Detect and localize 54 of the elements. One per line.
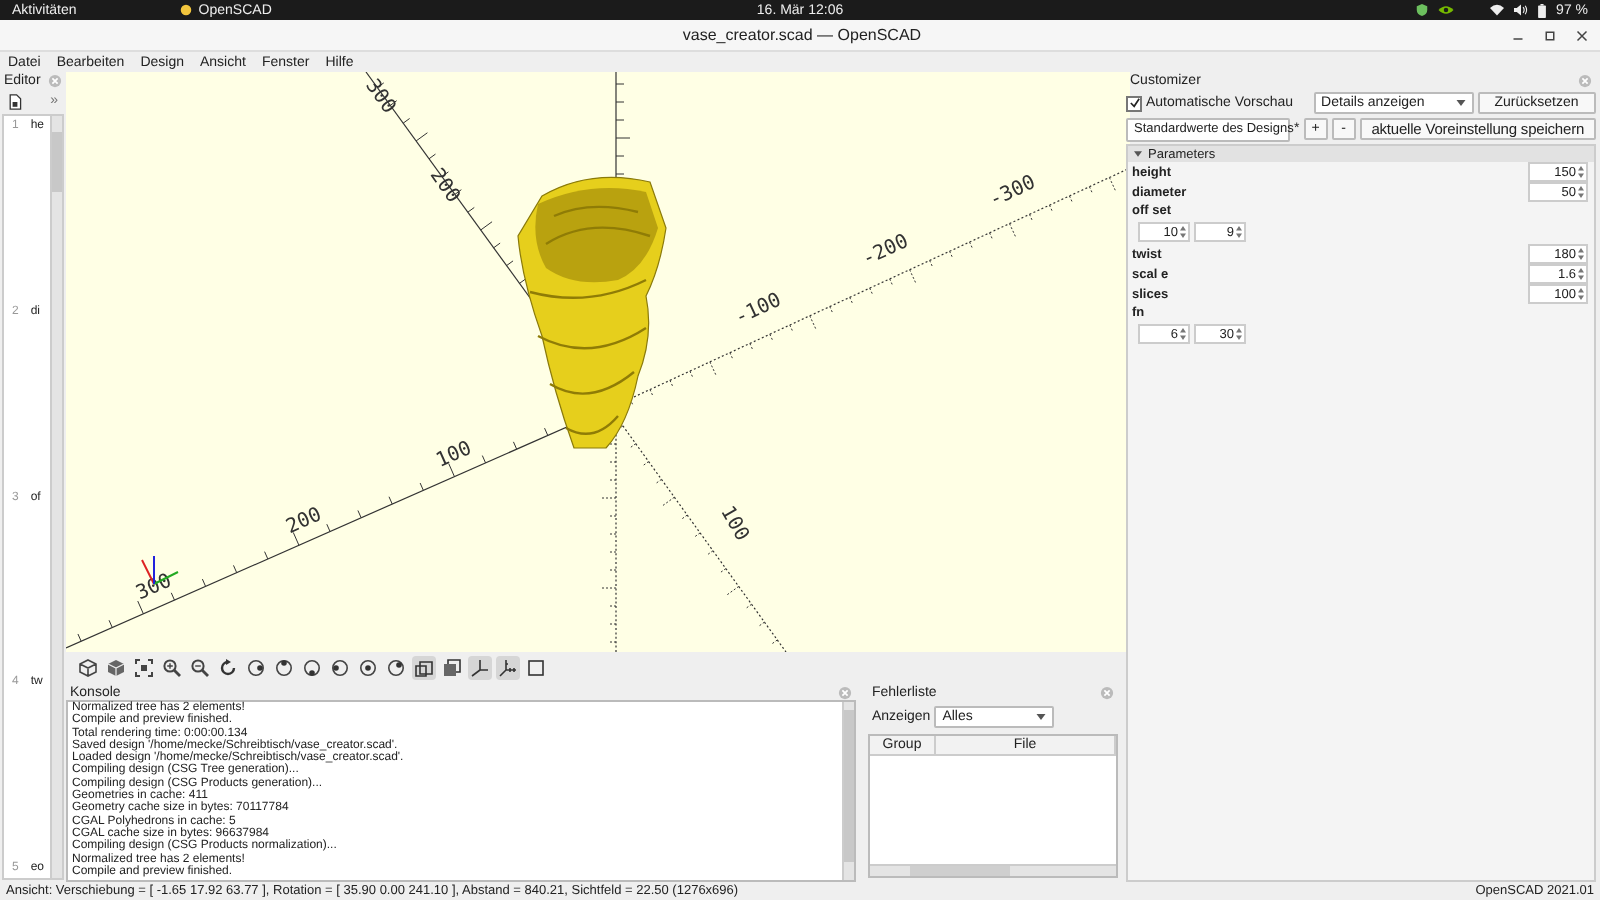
toolbar-button[interactable] (76, 656, 100, 680)
zoom-out-icon (190, 658, 210, 678)
zoom-in-icon (162, 658, 182, 678)
scrollbar[interactable] (842, 702, 854, 880)
app-icon (180, 4, 193, 16)
toolbar-button[interactable] (160, 656, 184, 680)
toolbar-button[interactable] (216, 656, 240, 680)
volume-icon[interactable] (1514, 4, 1529, 16)
toolbar-button[interactable] (440, 656, 464, 680)
toolbar-button[interactable] (188, 656, 212, 680)
axes-icon (470, 658, 490, 678)
axis-label: 200 (283, 504, 326, 539)
maximize-icon[interactable] (1544, 29, 1556, 41)
axis-label: 300 (360, 75, 400, 119)
axis-label: 100 (433, 437, 476, 473)
axis-label: 200 (424, 165, 464, 208)
eye-logo-icon[interactable] (1438, 4, 1455, 16)
spin-arrows-icon[interactable] (1236, 226, 1242, 238)
toolbar-button[interactable] (524, 656, 548, 680)
cube-outline-icon (78, 658, 98, 678)
spin-arrows-icon[interactable] (1578, 186, 1584, 198)
wifi-icon[interactable] (1490, 4, 1505, 16)
circular-arrow-icon (218, 658, 238, 678)
axis-label: -300 (986, 172, 1040, 213)
spin-arrows-icon[interactable] (1578, 288, 1584, 300)
spin-arrows-icon[interactable] (1236, 328, 1242, 340)
axis-label: -200 (859, 230, 913, 272)
scrollbar[interactable] (870, 864, 1116, 876)
spin-arrows-icon[interactable] (1180, 226, 1186, 238)
toolbar-button[interactable] (132, 656, 156, 680)
spin-arrows-icon[interactable] (1578, 166, 1584, 178)
toolbar-button[interactable] (468, 656, 492, 680)
axis-label: 100 (715, 502, 753, 546)
close-icon[interactable] (1576, 29, 1588, 41)
checkbox[interactable] (1126, 95, 1142, 111)
spin-arrows-icon[interactable] (1180, 328, 1186, 340)
toolbar-button[interactable] (104, 656, 128, 680)
square-icon (526, 658, 546, 678)
battery-icon[interactable] (1538, 3, 1547, 17)
shield-icon[interactable] (1416, 4, 1429, 16)
spin-arrows-icon[interactable] (1578, 268, 1584, 280)
window-title: vase_creator.scad — OpenSCAD (680, 26, 924, 44)
scrollbar[interactable] (50, 116, 62, 878)
stacked-squares-icon (442, 658, 462, 678)
document-icon[interactable] (8, 93, 22, 109)
caret-icon (1455, 100, 1466, 106)
axis-label: -100 (732, 289, 786, 330)
frame-corners-icon (134, 658, 154, 678)
spin-arrows-icon[interactable] (1578, 248, 1584, 260)
toolbar-button[interactable] (496, 656, 520, 680)
caret-icon (1036, 714, 1047, 720)
axes-ticks-icon (498, 658, 518, 678)
cube-icon (106, 658, 126, 678)
expand-arrow-icon[interactable] (1134, 150, 1142, 158)
